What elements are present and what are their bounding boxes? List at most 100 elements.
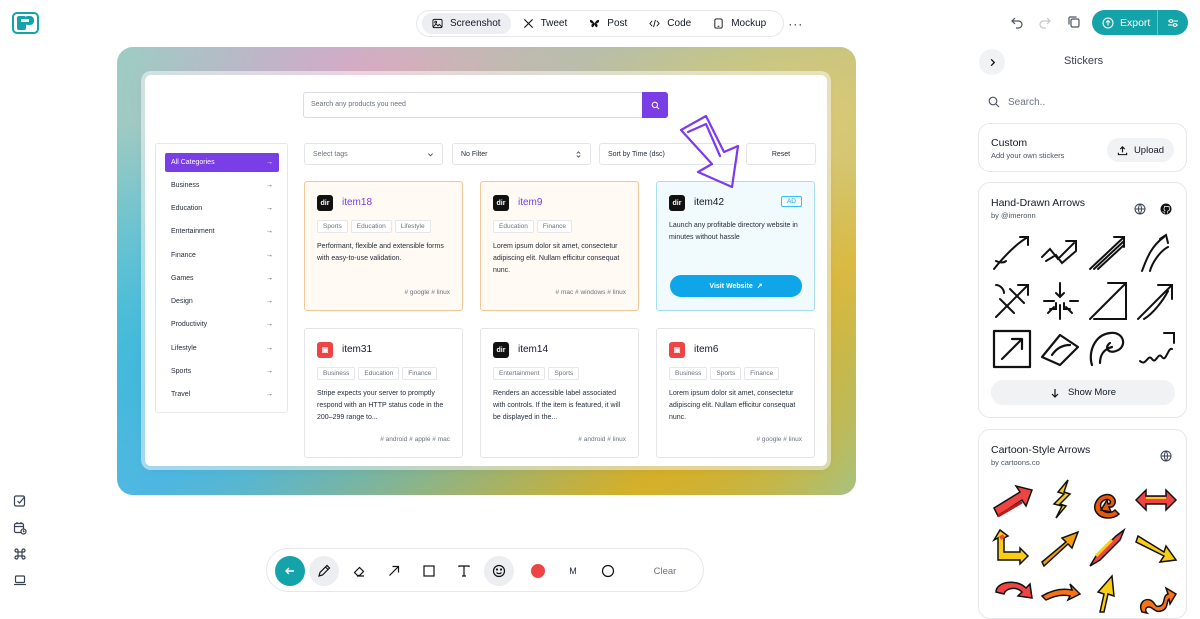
arrow-sticker-7[interactable] xyxy=(1086,279,1130,323)
cartoon-arrow-sticker-2[interactable] xyxy=(1038,478,1082,522)
product-tag[interactable]: Lifestyle xyxy=(394,220,431,233)
product-tag[interactable]: Finance xyxy=(536,220,573,233)
category-item-business[interactable]: Business → xyxy=(165,176,279,195)
product-platforms: # google # linux xyxy=(756,436,802,443)
arrow-icon xyxy=(389,565,400,576)
product-tag[interactable]: Finance xyxy=(402,367,438,380)
pastel-logo-icon[interactable] xyxy=(12,12,39,34)
hand-drawn-arrow-sticker[interactable] xyxy=(676,112,748,194)
product-tag[interactable]: Sports xyxy=(317,220,348,233)
category-item-games[interactable]: Games → xyxy=(165,269,279,288)
arrow-tool[interactable] xyxy=(379,556,409,586)
redo-icon[interactable] xyxy=(1038,15,1052,29)
product-tag[interactable]: Education xyxy=(358,367,400,380)
laptop-icon[interactable] xyxy=(13,573,27,587)
eraser-tool[interactable] xyxy=(344,556,374,586)
cartoon-arrow-sticker-7[interactable] xyxy=(1086,526,1130,570)
export-settings-button[interactable] xyxy=(1158,17,1188,29)
undo-icon[interactable] xyxy=(1010,15,1024,29)
category-item-finance[interactable]: Finance → xyxy=(165,246,279,265)
cartoon-arrow-sticker-10[interactable] xyxy=(1038,572,1082,616)
cartoon-arrow-sticker-5[interactable] xyxy=(990,526,1034,570)
product-search-input[interactable]: Search any products you need xyxy=(303,92,668,118)
category-item-sports[interactable]: Sports → xyxy=(165,362,279,381)
collapse-toolbar-button[interactable] xyxy=(275,556,305,586)
arrow-sticker-6[interactable] xyxy=(1038,279,1082,323)
export-button[interactable]: Export xyxy=(1092,10,1188,35)
product-tag[interactable]: Entertainment xyxy=(493,367,546,380)
search-button[interactable] xyxy=(642,92,668,118)
category-item-lifestyle[interactable]: Lifestyle → xyxy=(165,339,279,358)
category-item-productivity[interactable]: Productivity → xyxy=(165,315,279,334)
category-label: Design xyxy=(171,298,193,305)
category-item-education[interactable]: Education → xyxy=(165,199,279,218)
product-card[interactable]: dir item18 Sports Education Lifestyle Pe… xyxy=(304,181,463,311)
product-card[interactable]: dir item14 Entertainment Sports Renders … xyxy=(480,328,639,458)
cartoon-arrow-sticker-9[interactable] xyxy=(990,572,1034,616)
github-icon[interactable] xyxy=(1160,203,1172,215)
cartoon-arrow-sticker-3[interactable] xyxy=(1086,478,1130,522)
cartoon-arrow-sticker-12[interactable] xyxy=(1134,572,1178,616)
edit-check-icon[interactable] xyxy=(13,494,27,508)
stroke-size-button[interactable]: M xyxy=(558,556,588,586)
visit-website-button[interactable]: Visit Website ↗ xyxy=(670,275,802,297)
pen-tool[interactable] xyxy=(309,556,339,586)
chevron-right-icon xyxy=(990,58,995,66)
arrow-sticker-9[interactable] xyxy=(990,327,1034,371)
product-tag[interactable]: Finance xyxy=(744,367,780,380)
tab-tweet[interactable]: Tweet xyxy=(513,13,578,34)
category-item-entertainment[interactable]: Entertainment → xyxy=(165,222,279,241)
collapse-panel-button[interactable] xyxy=(979,49,1005,75)
arrow-sticker-2[interactable] xyxy=(1038,231,1082,275)
arrow-sticker-1[interactable] xyxy=(990,231,1034,275)
category-item-all[interactable]: All Categories → xyxy=(165,153,279,172)
text-tool[interactable] xyxy=(449,556,479,586)
globe-icon[interactable] xyxy=(1134,203,1146,215)
product-card[interactable]: ▣ item31 Business Education Finance Stri… xyxy=(304,328,463,458)
cartoon-arrow-sticker-6[interactable] xyxy=(1038,526,1082,570)
tab-screenshot[interactable]: Screenshot xyxy=(422,13,511,34)
clear-button[interactable]: Clear xyxy=(642,556,688,586)
sticker-tool[interactable] xyxy=(484,556,514,586)
globe-icon[interactable] xyxy=(1160,450,1172,462)
product-card[interactable]: dir item9 Education Finance Lorem ipsum … xyxy=(480,181,639,311)
arrow-sticker-11[interactable] xyxy=(1086,327,1130,371)
show-more-button[interactable]: Show More xyxy=(991,380,1175,405)
cartoon-arrow-sticker-1[interactable] xyxy=(990,478,1034,522)
arrow-sticker-12[interactable] xyxy=(1134,327,1178,371)
product-tag[interactable]: Education xyxy=(493,220,534,233)
product-card[interactable]: ▣ item6 Business Sports Finance Lorem ip… xyxy=(656,328,815,458)
more-options-button[interactable]: ··· xyxy=(778,13,813,34)
upload-button[interactable]: Upload xyxy=(1107,138,1174,162)
product-tag[interactable]: Business xyxy=(317,367,356,380)
command-key-icon[interactable] xyxy=(13,547,27,561)
filter-select[interactable]: No Filter xyxy=(452,143,591,165)
arrow-sticker-10[interactable] xyxy=(1038,327,1082,371)
cartoon-arrow-sticker-11[interactable] xyxy=(1086,572,1130,616)
category-item-travel[interactable]: Travel → xyxy=(165,385,279,404)
shadow-toggle[interactable] xyxy=(593,556,623,586)
tags-select[interactable]: Select tags xyxy=(304,143,443,165)
arrow-sticker-8[interactable] xyxy=(1134,279,1178,323)
rectangle-tool[interactable] xyxy=(414,556,444,586)
tab-post[interactable]: Post xyxy=(579,13,637,34)
arrow-sticker-5[interactable] xyxy=(990,279,1034,323)
ad-card[interactable]: dir item42 AD Launch any profitable dire… xyxy=(656,181,815,311)
sticker-search-input[interactable]: Search.. xyxy=(988,96,1045,108)
product-tag[interactable]: Sports xyxy=(710,367,742,380)
category-item-design[interactable]: Design → xyxy=(165,292,279,311)
product-tag[interactable]: Sports xyxy=(548,367,580,380)
reset-button[interactable]: Reset xyxy=(746,143,816,165)
tab-code[interactable]: Code xyxy=(639,13,701,34)
category-label: Entertainment xyxy=(171,228,215,235)
tab-mockup[interactable]: Mockup xyxy=(703,13,776,34)
arrow-sticker-4[interactable] xyxy=(1134,231,1178,275)
product-tag[interactable]: Education xyxy=(350,220,392,233)
copy-icon[interactable] xyxy=(1067,15,1081,29)
calendar-clock-icon[interactable] xyxy=(13,521,27,535)
product-tag[interactable]: Business xyxy=(669,367,708,380)
color-picker[interactable] xyxy=(523,556,553,586)
cartoon-arrow-sticker-8[interactable] xyxy=(1134,526,1178,570)
arrow-sticker-3[interactable] xyxy=(1086,231,1130,275)
cartoon-arrow-sticker-4[interactable] xyxy=(1134,478,1178,522)
